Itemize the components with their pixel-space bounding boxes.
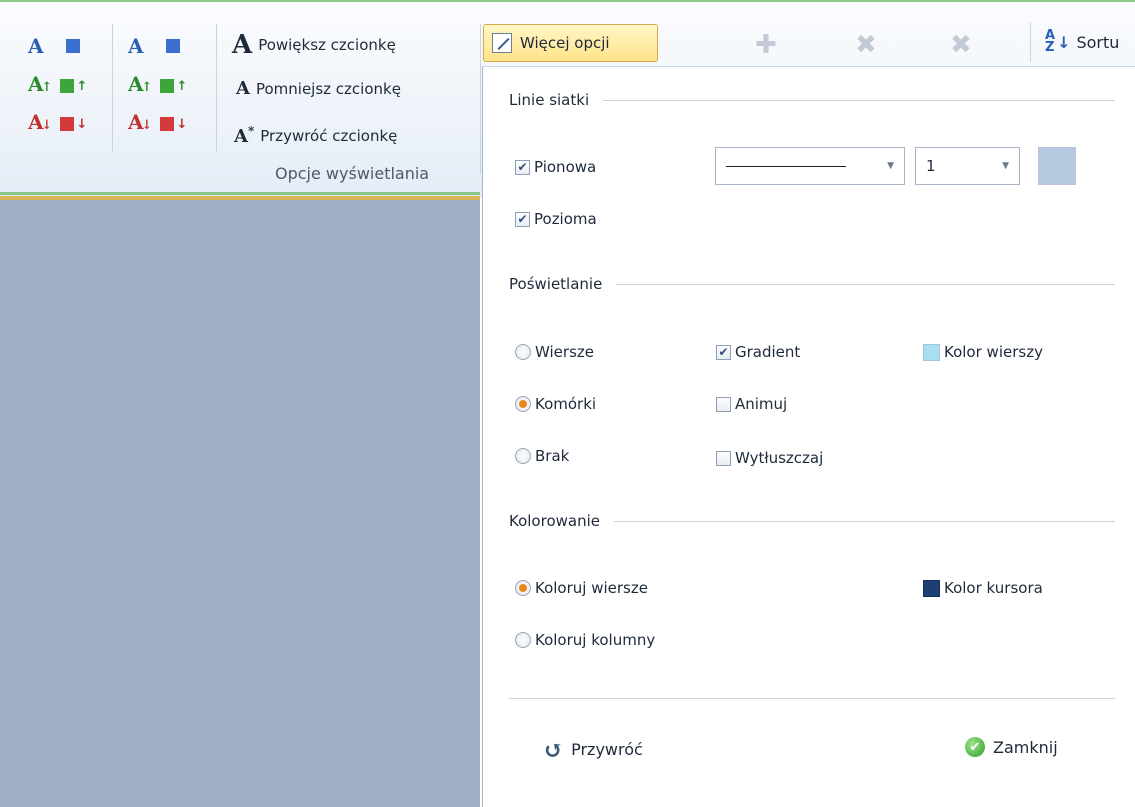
ribbon-separator [216, 24, 217, 152]
decrease-font-button[interactable]: A Pomniejsz czcionkę [236, 78, 401, 99]
color-rows-radio[interactable]: Koloruj wiersze [515, 579, 648, 597]
ribbon-separator [480, 24, 481, 174]
gridline-color-button[interactable] [1038, 147, 1076, 185]
coloring-section-header: Kolorowanie [509, 512, 1115, 530]
sort-button[interactable]: AZ ↓ Sortu [1045, 28, 1120, 55]
edit-icon [492, 33, 512, 53]
red-square-down-icon [60, 117, 75, 131]
increase-font-button[interactable]: A Powiększ czcionkę [232, 32, 396, 58]
checkbox-checked-icon: ✔ [515, 159, 530, 175]
red-square-down-icon [160, 117, 175, 131]
row-color-button[interactable]: Kolor wierszy [923, 343, 1043, 361]
highlight-none-radio[interactable]: Brak [515, 447, 569, 465]
green-square-up-icon [60, 79, 75, 93]
highlight-title: Poświetlanie [509, 275, 603, 293]
font-blue-button-2[interactable]: A [128, 36, 180, 56]
chevron-down-icon: ▼ [1002, 161, 1009, 171]
green-square-up-icon [160, 79, 175, 93]
cursor-color-swatch [923, 579, 940, 597]
more-options-label: Więcej opcji [520, 34, 610, 52]
font-green-up-button[interactable]: A↑ ↑ [28, 74, 87, 98]
gridlines-section-header: Linie siatki [509, 91, 1115, 109]
gridlines-title: Linie siatki [509, 91, 590, 109]
font-a-down-icon: A↓ [28, 110, 53, 134]
radio-unselected-icon [515, 344, 531, 360]
font-green-up-button-2[interactable]: A↑ ↑ [128, 74, 187, 98]
highlight-rows-radio[interactable]: Wiersze [515, 343, 594, 361]
ribbon-border [0, 192, 480, 195]
decrease-font-label: Pomniejsz czcionkę [255, 79, 401, 98]
close-button[interactable]: ✔ Zamknij [965, 737, 1058, 757]
cursor-color-button[interactable]: Kolor kursora [923, 579, 1043, 597]
decrease-font-icon: A [236, 78, 250, 99]
checkbox-checked-icon: ✔ [716, 344, 731, 360]
coloring-title: Kolorowanie [509, 512, 600, 530]
font-red-down-button-2[interactable]: A↓ ↓ [128, 112, 187, 136]
gradient-checkbox[interactable]: ✔ Gradient [716, 343, 800, 361]
reset-font-button[interactable]: A* Przywróć czcionkę [234, 124, 397, 147]
ribbon-separator [1030, 22, 1031, 62]
checkbox-unchecked-icon [716, 396, 731, 412]
radio-unselected-icon [515, 632, 531, 648]
radio-selected-icon [515, 396, 531, 412]
font-a-icon: A [28, 34, 44, 58]
increase-font-label: Powiększ czcionkę [258, 36, 396, 54]
more-options-panel: Linie siatki ✔ Pionowa ✔ Pozioma ▼ 1 ▼ P… [482, 66, 1135, 807]
more-options-button[interactable]: Więcej opcji [483, 24, 658, 62]
workspace-area [0, 200, 480, 807]
remove-all-comments-icon[interactable]: ✖ [950, 30, 972, 60]
checkbox-checked-icon: ✔ [515, 211, 530, 227]
blue-square-icon [65, 39, 80, 53]
increase-font-icon: A [232, 30, 253, 60]
font-blue-button[interactable]: A [28, 36, 80, 56]
sort-label: Sortu [1076, 32, 1120, 52]
group-label: Opcje wyświetlania [275, 164, 430, 183]
bold-checkbox[interactable]: Wytłuszczaj [716, 449, 823, 467]
radio-selected-icon [515, 580, 531, 596]
font-a-up-icon: A↑ [128, 72, 153, 96]
font-red-down-button[interactable]: A↓ ↓ [28, 112, 87, 136]
highlight-cells-radio[interactable]: Komórki [515, 395, 596, 413]
highlight-section-header: Poświetlanie [509, 275, 1115, 293]
blue-square-icon [165, 39, 180, 53]
font-a-up-icon: A↑ [28, 72, 53, 96]
restore-button[interactable]: ↺ Przywróć [543, 735, 643, 764]
remove-comment-icon[interactable]: ✖ [855, 30, 877, 60]
restore-icon: ↺ [543, 735, 564, 764]
reset-font-label: Przywróć czcionkę [260, 126, 398, 145]
footer-divider [509, 698, 1115, 699]
radio-unselected-icon [515, 448, 531, 464]
vertical-gridlines-checkbox[interactable]: ✔ Pionowa [515, 158, 596, 176]
line-width-dropdown[interactable]: 1 ▼ [915, 147, 1020, 185]
chevron-down-icon: ▼ [887, 161, 894, 171]
animate-checkbox[interactable]: Animuj [716, 395, 787, 413]
font-a-icon: A [128, 34, 144, 58]
check-circle-icon: ✔ [965, 737, 985, 757]
line-style-preview [726, 165, 846, 167]
add-comment-icon[interactable]: ✚ [755, 30, 777, 60]
row-color-swatch [923, 343, 940, 361]
font-a-down-icon: A↓ [128, 110, 153, 134]
ribbon-separator [112, 24, 113, 152]
line-style-dropdown[interactable]: ▼ [715, 147, 905, 185]
reset-font-icon: A* [234, 124, 255, 147]
checkbox-unchecked-icon [716, 450, 731, 466]
color-columns-radio[interactable]: Koloruj kolumny [515, 631, 655, 649]
horizontal-gridlines-checkbox[interactable]: ✔ Pozioma [515, 210, 597, 228]
sort-az-icon: AZ [1045, 28, 1056, 55]
